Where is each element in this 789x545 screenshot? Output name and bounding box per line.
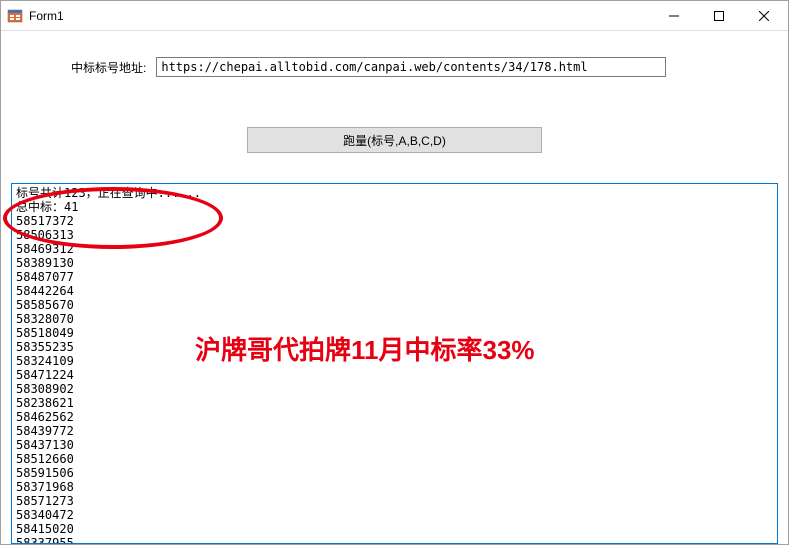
output-wrap: 标号共计123，正在查询中...... 总中标：41 58517372 5850…: [11, 183, 778, 544]
button-row: 跑量(标号,A,B,C,D): [21, 127, 768, 153]
status-line-1: 标号共计123，正在查询中......: [16, 186, 201, 200]
app-icon: [7, 8, 23, 24]
output-textbox[interactable]: 标号共计123，正在查询中...... 总中标：41 58517372 5850…: [11, 183, 778, 544]
form-area: 中标标号地址: 跑量(标号,A,B,C,D): [1, 31, 788, 163]
window-controls: [651, 1, 786, 30]
titlebar[interactable]: Form1: [1, 1, 788, 31]
window-title: Form1: [29, 9, 651, 23]
url-label: 中标标号地址:: [71, 59, 146, 76]
output-numbers: 58517372 58506313 58469312 58389130 5848…: [16, 214, 74, 544]
url-input[interactable]: [156, 57, 666, 77]
url-row: 中标标号地址:: [71, 57, 768, 77]
run-button[interactable]: 跑量(标号,A,B,C,D): [247, 127, 542, 153]
app-window: Form1 中标标号地址: 跑量(标号,A,B,C,D) 标号共计123，正在查…: [0, 0, 789, 545]
close-button[interactable]: [741, 1, 786, 30]
maximize-button[interactable]: [696, 1, 741, 30]
minimize-button[interactable]: [651, 1, 696, 30]
status-line-2: 总中标：41: [16, 200, 78, 214]
